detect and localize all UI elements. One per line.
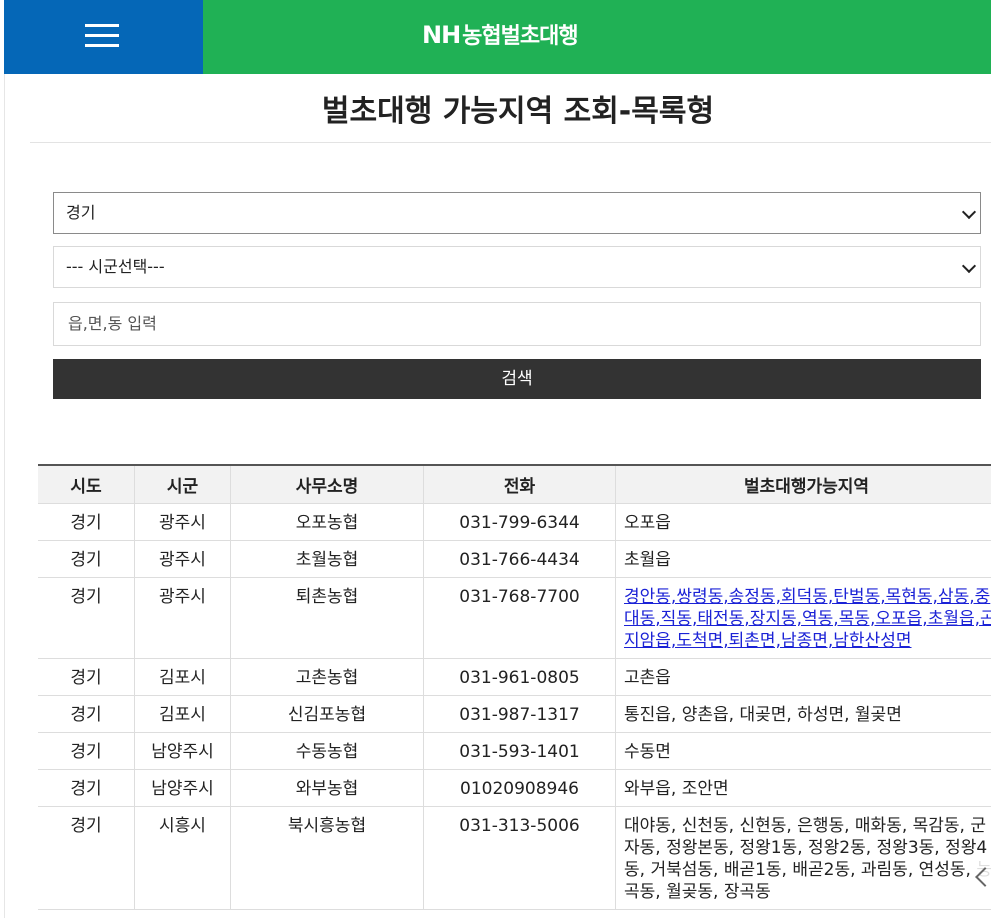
cell-sigun: 남양주시 bbox=[134, 732, 231, 770]
cell-sido: 경기 bbox=[38, 695, 135, 733]
cell-sigun: 광주시 bbox=[134, 577, 231, 659]
cell-phone: 031-313-5006 bbox=[423, 806, 616, 910]
cell-area: 와부읍, 조안면 bbox=[615, 769, 991, 807]
header-area: 벌초대행가능지역 bbox=[615, 464, 991, 504]
cell-phone: 031-766-4434 bbox=[423, 540, 616, 578]
cell-area: 통진읍, 양촌읍, 대곶면, 하성면, 월곶면 bbox=[615, 695, 991, 733]
cell-sigun: 광주시 bbox=[134, 540, 231, 578]
district-select[interactable]: --- 시군선택--- bbox=[53, 246, 981, 288]
top-bar: NH농협벌초대행 bbox=[0, 0, 991, 74]
chevron-down-icon bbox=[961, 258, 977, 274]
cell-office: 신김포농협 bbox=[230, 695, 424, 733]
table-row: 경기 김포시 신김포농협 031-987-1317 통진읍, 양촌읍, 대곶면,… bbox=[38, 695, 991, 733]
title-divider bbox=[30, 142, 991, 143]
cell-sido: 경기 bbox=[38, 503, 135, 541]
table-row: 경기 남양주시 수동농협 031-593-1401 수동면 bbox=[38, 732, 991, 770]
cell-sigun: 시흥시 bbox=[134, 806, 231, 910]
cell-area: 오포읍 bbox=[615, 503, 991, 541]
chevron-left-icon[interactable] bbox=[970, 858, 991, 898]
header-sigun: 시군 bbox=[134, 464, 231, 504]
cell-phone: 031-987-1317 bbox=[423, 695, 616, 733]
header-sido: 시도 bbox=[38, 464, 135, 504]
cell-office: 오포농협 bbox=[230, 503, 424, 541]
cell-office: 초월농협 bbox=[230, 540, 424, 578]
cell-sido: 경기 bbox=[38, 540, 135, 578]
cell-sido: 경기 bbox=[38, 732, 135, 770]
cell-office: 북시흥농협 bbox=[230, 806, 424, 910]
cell-sido: 경기 bbox=[38, 769, 135, 807]
table-row: 경기 광주시 퇴촌농협 031-768-7700 경안동,쌍령동,송정동,회덕동… bbox=[38, 577, 991, 659]
chevron-down-icon bbox=[961, 204, 977, 220]
cell-area: 고촌읍 bbox=[615, 658, 991, 696]
cell-phone: 031-768-7700 bbox=[423, 577, 616, 659]
header-office: 사무소명 bbox=[230, 464, 424, 504]
area-link[interactable]: 경안동,쌍령동,송정동,회덕동,탄벌동,목현동,삼동,중대동,직동,태전동,장지… bbox=[624, 587, 991, 651]
cell-office: 퇴촌농협 bbox=[230, 577, 424, 659]
province-select-value: 경기 bbox=[66, 203, 96, 222]
table-row: 경기 광주시 초월농협 031-766-4434 초월읍 bbox=[38, 540, 991, 578]
cell-area-links: 경안동,쌍령동,송정동,회덕동,탄벌동,목현동,삼동,중대동,직동,태전동,장지… bbox=[615, 577, 991, 659]
cell-office: 와부농협 bbox=[230, 769, 424, 807]
page-title: 벌초대행 가능지역 조회-목록형 bbox=[321, 94, 715, 129]
cell-sigun: 김포시 bbox=[134, 695, 231, 733]
results-table: 시도 시군 사무소명 전화 벌초대행가능지역 경기 광주시 오포농협 031-7… bbox=[38, 464, 991, 910]
cell-sigun: 남양주시 bbox=[134, 769, 231, 807]
cell-sido: 경기 bbox=[38, 577, 135, 659]
table-header-row: 시도 시군 사무소명 전화 벌초대행가능지역 bbox=[38, 464, 991, 504]
header-phone: 전화 bbox=[423, 464, 616, 504]
search-button[interactable]: 검색 bbox=[53, 359, 981, 399]
town-input[interactable]: 읍,면,동 입력 bbox=[53, 302, 981, 346]
province-select[interactable]: 경기 bbox=[53, 192, 981, 234]
brand-logo[interactable]: NH농협벌초대행 bbox=[422, 18, 579, 50]
cell-sido: 경기 bbox=[38, 658, 135, 696]
cell-sigun: 광주시 bbox=[134, 503, 231, 541]
cell-phone: 031-593-1401 bbox=[423, 732, 616, 770]
district-select-value: --- 시군선택--- bbox=[66, 257, 165, 276]
cell-area: 수동면 bbox=[615, 732, 991, 770]
table-row: 경기 시흥시 북시흥농협 031-313-5006 대야동, 신천동, 신현동,… bbox=[38, 806, 991, 910]
brand-panel: NH농협벌초대행 bbox=[203, 0, 991, 74]
table-row: 경기 남양주시 와부농협 01020908946 와부읍, 조안면 bbox=[38, 769, 991, 807]
cell-phone: 031-961-0805 bbox=[423, 658, 616, 696]
menu-panel bbox=[4, 0, 203, 74]
cell-sigun: 김포시 bbox=[134, 658, 231, 696]
left-border bbox=[4, 74, 5, 918]
cell-office: 수동농협 bbox=[230, 732, 424, 770]
table-row: 경기 광주시 오포농협 031-799-6344 오포읍 bbox=[38, 503, 991, 541]
cell-phone: 031-799-6344 bbox=[423, 503, 616, 541]
town-input-placeholder: 읍,면,동 입력 bbox=[68, 314, 157, 333]
cell-area: 대야동, 신천동, 신현동, 은행동, 매화동, 목감동, 군자동, 정왕본동,… bbox=[615, 806, 991, 910]
cell-phone: 01020908946 bbox=[423, 769, 616, 807]
cell-sido: 경기 bbox=[38, 806, 135, 910]
cell-area: 초월읍 bbox=[615, 540, 991, 578]
table-row: 경기 김포시 고촌농협 031-961-0805 고촌읍 bbox=[38, 658, 991, 696]
hamburger-icon[interactable] bbox=[85, 24, 119, 48]
cell-office: 고촌농협 bbox=[230, 658, 424, 696]
